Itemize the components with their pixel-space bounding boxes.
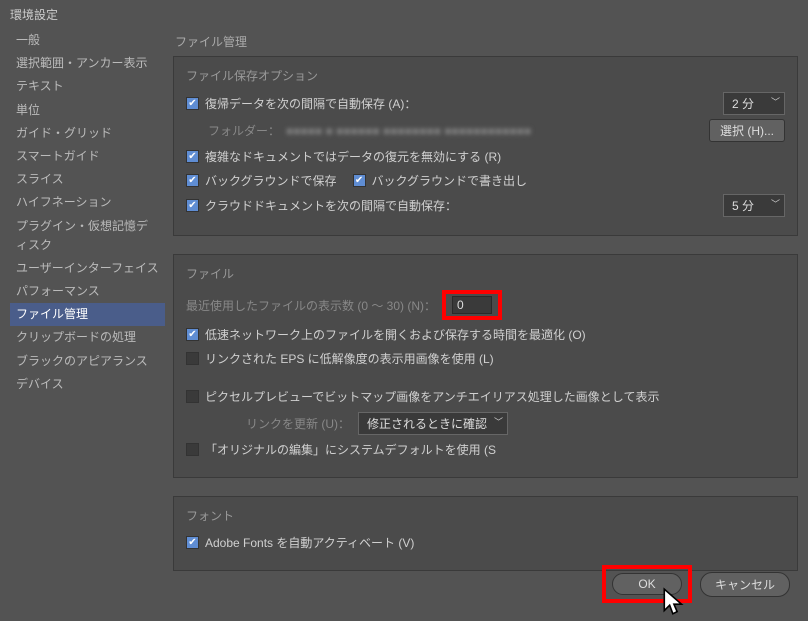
ok-highlight: OK [602, 565, 692, 603]
sidebar-item-ui[interactable]: ユーザーインターフェイス [10, 257, 165, 280]
sidebar-item-slices[interactable]: スライス [10, 168, 165, 191]
original-edit-label: 「オリジナルの編集」にシステムデフォルトを使用 (S [205, 441, 496, 458]
recent-files-highlight [442, 290, 502, 320]
group-files-title: ファイル [186, 265, 785, 282]
bg-export-label: バックグラウンドで書き出し [372, 172, 528, 189]
sidebar-item-selection[interactable]: 選択範囲・アンカー表示 [10, 52, 165, 75]
bg-save-checkbox[interactable]: ✔ [186, 174, 199, 187]
group-save-title: ファイル保存オプション [186, 67, 785, 84]
recovery-checkbox[interactable]: ✔ [186, 97, 199, 110]
choose-folder-button[interactable]: 選択 (H)... [709, 119, 785, 142]
group-fonts-title: フォント [186, 507, 785, 524]
sidebar-item-clipboard[interactable]: クリップボードの処理 [10, 326, 165, 349]
eps-lowres-label: リンクされた EPS に低解像度の表示用画像を使用 (L) [205, 350, 494, 367]
complex-doc-label: 複雑なドキュメントではデータの復元を無効にする (R) [205, 148, 501, 165]
group-fonts: フォント ✔ Adobe Fonts を自動アクティベート (V) [173, 496, 798, 571]
bg-save-label: バックグラウンドで保存 [205, 172, 337, 189]
sidebar-item-performance[interactable]: パフォーマンス [10, 280, 165, 303]
ok-button[interactable]: OK [612, 573, 682, 595]
link-update-select[interactable]: 修正されるときに確認 [358, 412, 508, 435]
sidebar-item-black[interactable]: ブラックのアピアランス [10, 350, 165, 373]
main-area: 一般 選択範囲・アンカー表示 テキスト 単位 ガイド・グリッド スマートガイド … [0, 29, 808, 599]
cloud-save-label: クラウドドキュメントを次の間隔で自動保存： [205, 197, 457, 214]
slow-net-label: 低速ネットワーク上のファイルを開くおよび保存する時間を最適化 (O) [205, 326, 586, 343]
sidebar-item-smart-guides[interactable]: スマートガイド [10, 145, 165, 168]
sidebar: 一般 選択範囲・アンカー表示 テキスト 単位 ガイド・グリッド スマートガイド … [10, 29, 165, 589]
footer: OK キャンセル [602, 565, 790, 603]
slow-net-checkbox[interactable]: ✔ [186, 328, 199, 341]
auto-activate-checkbox[interactable]: ✔ [186, 536, 199, 549]
folder-label: フォルダー： [208, 122, 280, 139]
pixel-preview-label: ピクセルプレビューでビットマップ画像をアンチエイリアス処理した画像として表示 [205, 388, 659, 405]
sidebar-item-devices[interactable]: デバイス [10, 373, 165, 396]
sidebar-item-text[interactable]: テキスト [10, 75, 165, 98]
eps-lowres-checkbox[interactable]: ✔ [186, 352, 199, 365]
sidebar-item-general[interactable]: 一般 [10, 29, 165, 52]
folder-path: ■■■■■ ■ ■■■■■■ ■■■■■■■■ ■■■■■■■■■■■■ [286, 124, 531, 138]
sidebar-item-hyphenation[interactable]: ハイフネーション [10, 191, 165, 214]
group-save-options: ファイル保存オプション ✔ 復帰データを次の間隔で自動保存 (A)： 2 分 フ… [173, 56, 798, 236]
sidebar-item-units[interactable]: 単位 [10, 99, 165, 122]
content-panel: ファイル管理 ファイル保存オプション ✔ 復帰データを次の間隔で自動保存 (A)… [173, 29, 798, 589]
pixel-preview-checkbox[interactable]: ✔ [186, 390, 199, 403]
panel-heading: ファイル管理 [175, 33, 798, 50]
cancel-button[interactable]: キャンセル [700, 572, 790, 597]
window-title: 環境設定 [0, 0, 808, 29]
sidebar-item-guides[interactable]: ガイド・グリッド [10, 122, 165, 145]
recent-files-input[interactable] [452, 296, 492, 314]
recent-files-label: 最近使用したファイルの表示数 (0 ～ 30) (N)： [186, 297, 436, 314]
bg-export-checkbox[interactable]: ✔ [353, 174, 366, 187]
auto-activate-label: Adobe Fonts を自動アクティベート (V) [205, 534, 414, 551]
sidebar-item-plugins[interactable]: プラグイン・仮想記憶ディスク [10, 215, 165, 257]
cloud-save-checkbox[interactable]: ✔ [186, 199, 199, 212]
recovery-label: 復帰データを次の間隔で自動保存 (A)： [205, 95, 416, 112]
cloud-interval-select[interactable]: 5 分 [723, 194, 785, 217]
recovery-interval-select[interactable]: 2 分 [723, 92, 785, 115]
group-files: ファイル 最近使用したファイルの表示数 (0 ～ 30) (N)： ✔ 低速ネッ… [173, 254, 798, 478]
original-edit-checkbox[interactable]: ✔ [186, 443, 199, 456]
link-update-label: リンクを更新 (U)： [246, 415, 350, 432]
complex-doc-checkbox[interactable]: ✔ [186, 150, 199, 163]
sidebar-item-file-mgmt[interactable]: ファイル管理 [10, 303, 165, 326]
